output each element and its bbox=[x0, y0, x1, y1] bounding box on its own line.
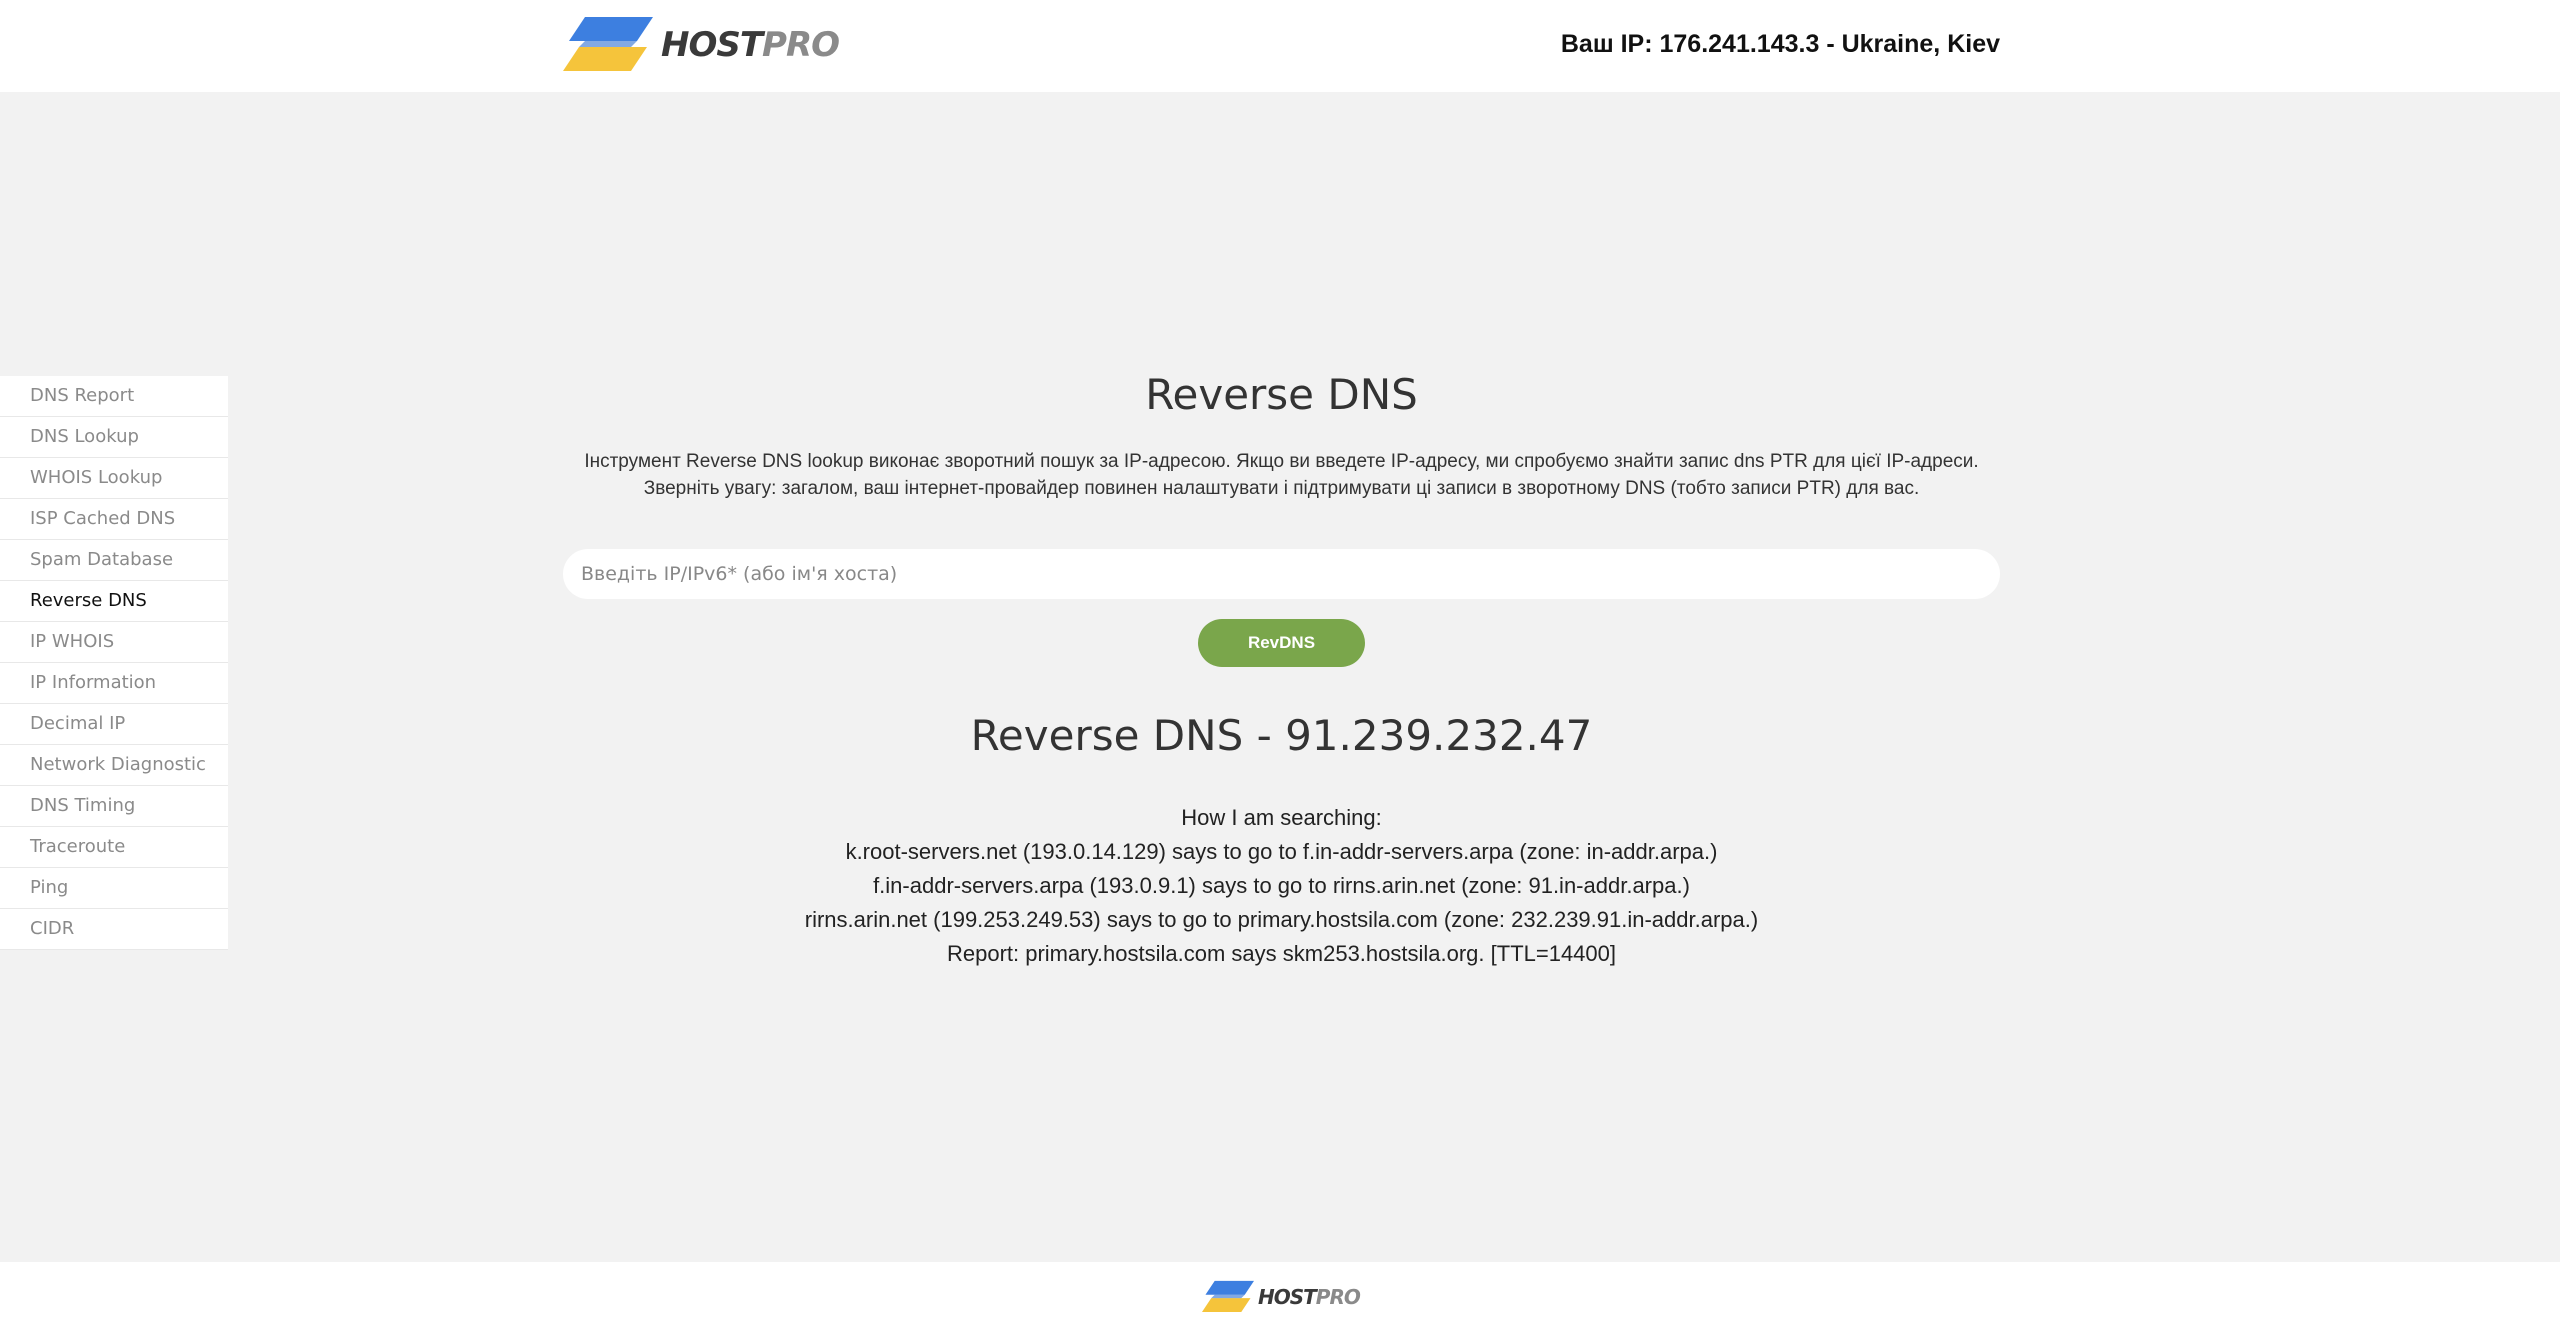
page-title: Reverse DNS bbox=[1145, 370, 1418, 419]
sidebar-item-isp-cached-dns[interactable]: ISP Cached DNS bbox=[0, 499, 228, 540]
sidebar-item-whois-lookup[interactable]: WHOIS Lookup bbox=[0, 458, 228, 499]
footer-hostpro-logo[interactable]: HOSTPRO bbox=[1202, 1280, 1361, 1314]
main-content: Reverse DNS Інструмент Reverse DNS looku… bbox=[563, 370, 2000, 971]
sidebar-item-decimal-ip[interactable]: Decimal IP bbox=[0, 704, 228, 745]
footer-logo-text: HOSTPRO bbox=[1258, 1285, 1361, 1309]
sidebar-item-reverse-dns[interactable]: Reverse DNS bbox=[0, 581, 228, 622]
result-line: f.in-addr-servers.arpa (193.0.9.1) says … bbox=[873, 873, 1690, 898]
sidebar-item-traceroute[interactable]: Traceroute bbox=[0, 827, 228, 868]
result-line: Report: primary.hostsila.com says skm253… bbox=[946, 941, 1617, 966]
result-line: rirns.arin.net (199.253.249.53) says to … bbox=[804, 907, 1759, 932]
result-line: k.root-servers.net (193.0.14.129) says t… bbox=[845, 839, 1718, 864]
result-line: How I am searching: bbox=[1181, 805, 1382, 830]
sidebar-item-ip-information[interactable]: IP Information bbox=[0, 663, 228, 704]
sidebar-item-network-diagnostic[interactable]: Network Diagnostic bbox=[0, 745, 228, 786]
sidebar-item-ping[interactable]: Ping bbox=[0, 868, 228, 909]
hostpro-logo-icon bbox=[1202, 1280, 1254, 1313]
sidebar-item-ip-whois[interactable]: IP WHOIS bbox=[0, 622, 228, 663]
sidebar-item-dns-lookup[interactable]: DNS Lookup bbox=[0, 417, 228, 458]
sidebar-item-cidr[interactable]: CIDR bbox=[0, 909, 228, 950]
sidebar-item-spam-database[interactable]: Spam Database bbox=[0, 540, 228, 581]
hostpro-logo[interactable]: HOSTPRO bbox=[563, 17, 840, 73]
revdns-button[interactable]: RevDNS bbox=[1198, 619, 1365, 667]
result-list: How I am searching: k.root-servers.net (… bbox=[563, 801, 2000, 971]
hostpro-logo-icon bbox=[563, 17, 653, 71]
top-header: HOSTPRO Ваш IP: 176.241.143.3 - Ukraine,… bbox=[0, 0, 2560, 92]
description-line: Інструмент Reverse DNS lookup виконає зв… bbox=[584, 451, 1979, 472]
description-line: Зверніть увагу: загалом, ваш інтернет-пр… bbox=[643, 478, 1920, 499]
ip-search-input[interactable] bbox=[563, 549, 2000, 599]
page-footer: HOSTPRO bbox=[0, 1262, 2560, 1331]
user-ip-info: Ваш IP: 176.241.143.3 - Ukraine, Kiev bbox=[1560, 30, 2000, 58]
sidebar-item-dns-timing[interactable]: DNS Timing bbox=[0, 786, 228, 827]
sidebar-nav: DNS Report DNS Lookup WHOIS Lookup ISP C… bbox=[0, 376, 228, 950]
result-title: Reverse DNS - 91.239.232.47 bbox=[970, 711, 1593, 760]
sidebar-item-dns-report[interactable]: DNS Report bbox=[0, 376, 228, 417]
logo-text: HOSTPRO bbox=[661, 25, 840, 65]
tool-description: Інструмент Reverse DNS lookup виконає зв… bbox=[563, 448, 2000, 502]
